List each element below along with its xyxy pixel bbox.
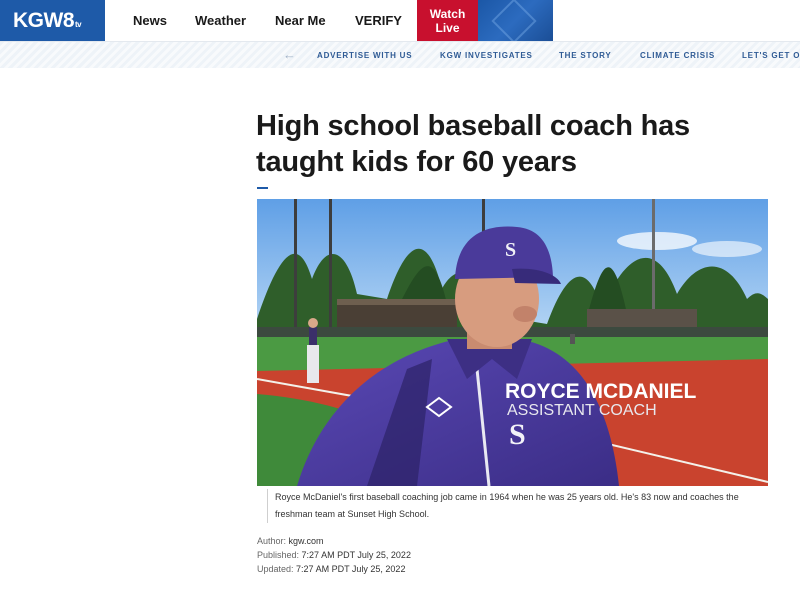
nav-link-near-me[interactable]: Near Me: [275, 0, 326, 41]
watch-live-button[interactable]: Watch Live: [417, 0, 478, 41]
updated-date: 7:27 AM PDT July 25, 2022: [296, 564, 406, 574]
article-lead-image[interactable]: ROYCE MCDANIEL ASSISTANT COACH S S: [257, 199, 768, 486]
logo-suffix: tv: [75, 20, 82, 29]
lower-third-title: ASSISTANT COACH: [507, 402, 657, 419]
author-name[interactable]: kgw.com: [289, 536, 324, 546]
updated-line: Updated: 7:27 AM PDT July 25, 2022: [257, 564, 405, 574]
nav-link-news[interactable]: News: [133, 0, 167, 41]
promo-banner[interactable]: [478, 0, 553, 41]
subnav-link-climate-crisis[interactable]: CLIMATE CRISIS: [640, 42, 715, 68]
watch-label: Watch: [429, 6, 466, 21]
kgw-logo[interactable]: KGW8 tv: [0, 0, 105, 41]
headline-divider: [257, 187, 268, 189]
scroll-left-arrow-icon[interactable]: ←: [283, 47, 296, 62]
subnav-link-the-story[interactable]: THE STORY: [559, 42, 612, 68]
lower-third-name: ROYCE MCDANIEL: [505, 380, 697, 403]
author-label: Author:: [257, 536, 287, 546]
caption-text: Royce McDaniel's first baseball coaching…: [275, 492, 739, 519]
logo-text: KGW8: [13, 8, 75, 32]
cap-letter: S: [505, 239, 516, 261]
subnav-link-advertise[interactable]: ADVERTISE WITH US: [317, 42, 412, 68]
subnav-link-investigates[interactable]: KGW INVESTIGATES: [440, 42, 533, 68]
top-navigation: KGW8 tv News Weather Near Me VERIFY Watch…: [0, 0, 800, 41]
nav-link-weather[interactable]: Weather: [195, 0, 246, 41]
image-caption: Royce McDaniel's first baseball coaching…: [267, 489, 775, 523]
nav-link-verify[interactable]: VERIFY: [355, 0, 402, 41]
author-line: Author: kgw.com: [257, 536, 324, 546]
published-label: Published:: [257, 550, 300, 560]
updated-label: Updated:: [257, 564, 294, 574]
promo-diamond-shape: [491, 0, 537, 41]
published-line: Published: 7:27 AM PDT July 25, 2022: [257, 550, 411, 560]
secondary-navigation: ← ADVERTISE WITH US KGW INVESTIGATES THE…: [0, 41, 800, 68]
live-label: Live: [435, 20, 460, 35]
subnav-link-lets-get-out[interactable]: LET'S GET OU: [742, 42, 800, 68]
published-date: 7:27 AM PDT July 25, 2022: [301, 550, 411, 560]
jersey-letter: S: [509, 418, 526, 451]
article-headline: High school baseball coach has taught ki…: [256, 110, 690, 178]
